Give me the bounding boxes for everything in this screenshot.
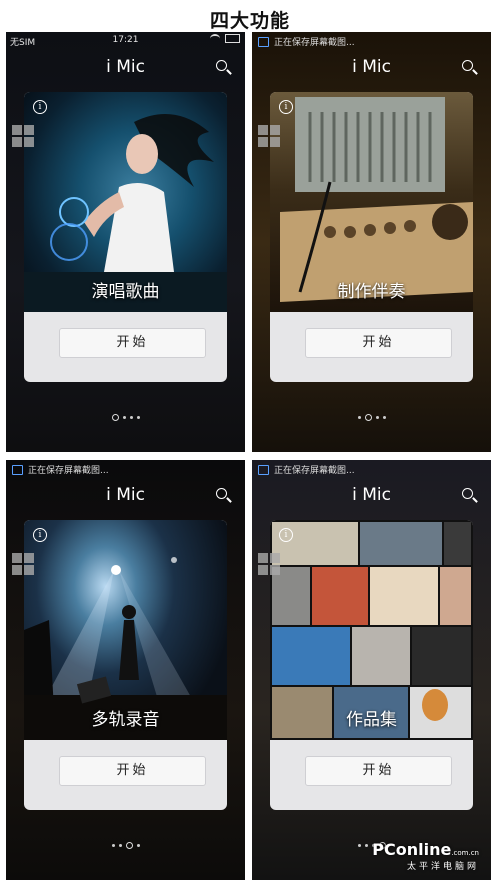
screenshot-icon [258,464,269,475]
watermark-brand: PConline [372,840,452,859]
feature-card[interactable]: i 制作伴奏 开始 [270,92,473,382]
info-icon[interactable]: i [33,100,47,114]
studio-photo: i 制作伴奏 [270,92,473,312]
notification-text: 正在保存屏幕截图... [28,466,109,476]
app-title: i Mic [352,57,391,77]
wifi-icon [210,34,220,43]
singer-photo: i 演唱歌曲 [24,92,227,312]
page-title: 四大功能 [209,10,290,32]
grid-icon[interactable] [12,125,34,147]
watermark-domain: .com.cn [451,849,479,857]
grid-icon[interactable] [258,125,280,147]
phone-screen-2: 正在保存屏幕截图... i Mic i 制作伴奏 开始 [252,32,491,452]
screenshot-icon [258,36,269,47]
feature-caption: 制作伴奏 [337,282,406,302]
feature-card[interactable]: i 演唱歌曲 开始 [24,92,227,382]
search-icon[interactable] [462,488,473,499]
status-bar: 正在保存屏幕截图... [6,460,245,476]
app-bar: i Mic [6,48,245,86]
grid-icon[interactable] [12,553,34,575]
watermark-logo: PConline.com.cn 太平洋电脑网 [372,840,479,872]
start-button[interactable]: 开始 [59,328,206,358]
app-bar: i Mic [6,476,245,514]
page-indicator [6,842,245,849]
feature-caption: 多轨录音 [91,710,160,730]
status-bar: 正在保存屏幕截图... [252,32,491,48]
battery-icon [225,34,240,43]
page-indicator [6,414,245,421]
info-icon[interactable]: i [279,100,293,114]
info-icon[interactable]: i [33,528,47,542]
feature-caption: 作品集 [346,710,397,730]
start-button[interactable]: 开始 [59,756,206,786]
screenshot-icon [12,464,23,475]
search-icon[interactable] [462,60,473,71]
notification-text: 正在保存屏幕截图... [274,466,355,476]
status-bar: 正在保存屏幕截图... [252,460,491,476]
phone-screen-3: 正在保存屏幕截图... i Mic i 多轨录音 开始 [6,460,245,880]
notification-text: 正在保存屏幕截图... [274,38,355,48]
feature-card[interactable]: i 作品集 开始 [270,520,473,810]
watermark-sub: 太平洋电脑网 [406,862,479,872]
app-bar: i Mic [252,476,491,514]
search-icon[interactable] [216,60,227,71]
feature-card[interactable]: i 多轨录音 开始 [24,520,227,810]
app-title: i Mic [106,57,145,77]
search-icon[interactable] [216,488,227,499]
start-button[interactable]: 开始 [305,328,452,358]
concert-photo: i 多轨录音 [24,520,227,740]
app-bar: i Mic [252,48,491,86]
album-collage: i 作品集 [270,520,473,740]
grid-icon[interactable] [258,553,280,575]
app-title: i Mic [352,485,391,505]
phone-screen-4: 正在保存屏幕截图... i Mic i 作品集 开始 PConline.com.… [252,460,491,880]
info-icon[interactable]: i [279,528,293,542]
status-bar: 无SIM 17:21 [6,32,245,48]
start-button[interactable]: 开始 [305,756,452,786]
feature-caption: 演唱歌曲 [91,282,160,302]
app-title: i Mic [106,485,145,505]
phone-screen-1: 无SIM 17:21 i Mic i 演唱歌曲 开始 [6,32,245,452]
page-indicator [252,414,491,421]
